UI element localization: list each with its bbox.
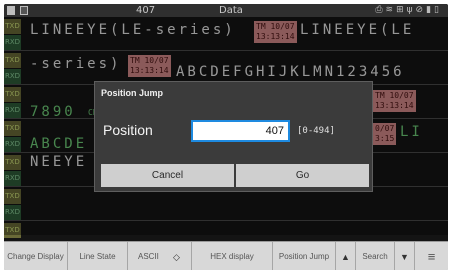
position-jump-button[interactable]: Position Jump xyxy=(273,242,336,270)
network-icon: ⊞ xyxy=(396,5,407,15)
ascii-cycle-icon[interactable]: ◇ xyxy=(162,242,192,270)
ascii-selector[interactable]: ASCII xyxy=(128,242,162,270)
status-icons: ⎙≋⊞ψ⊘▮▯ xyxy=(375,4,442,17)
range-label: [0-494] xyxy=(297,126,335,136)
sd-card-icon: ▮ xyxy=(426,5,435,15)
position-jump-dialog: Position Jump Position 407 [0-494] Cance… xyxy=(94,81,373,192)
status-bar: 407 Data ⎙≋⊞ψ⊘▮▯ xyxy=(4,4,448,17)
dialog-title: Position Jump xyxy=(101,88,164,98)
stop-icon[interactable] xyxy=(7,6,15,15)
menu-icon[interactable]: ≡ xyxy=(415,242,448,270)
position-label: Position xyxy=(103,122,153,138)
hex-display-button[interactable]: HEX display xyxy=(192,242,273,270)
search-button[interactable]: Search xyxy=(356,242,395,270)
search-down-icon[interactable]: ▼ xyxy=(395,242,415,270)
page-number: 407 xyxy=(136,5,156,16)
position-value: 407 xyxy=(265,125,284,137)
cancel-button[interactable]: Cancel xyxy=(101,164,234,187)
mode-title: Data xyxy=(219,5,243,16)
link-icon: ⊘ xyxy=(415,5,427,15)
bottom-toolbar: Change Display Line State ASCII ◇ HEX di… xyxy=(4,241,448,270)
position-input[interactable]: 407 xyxy=(191,120,290,142)
change-display-button[interactable]: Change Display xyxy=(4,242,68,270)
battery-icon: ▯ xyxy=(434,5,442,15)
device-screen: 407 Data ⎙≋⊞ψ⊘▮▯ TXD RXD LINEEYE(LE-serie… xyxy=(4,4,448,270)
go-button[interactable]: Go xyxy=(236,164,369,187)
search-up-icon[interactable]: ▲ xyxy=(336,242,356,270)
record-icon[interactable] xyxy=(20,6,28,15)
print-icon: ⎙ xyxy=(375,5,386,15)
line-state-button[interactable]: Line State xyxy=(68,242,128,270)
usb-icon: ψ xyxy=(406,5,416,15)
wifi-icon: ≋ xyxy=(385,5,397,15)
